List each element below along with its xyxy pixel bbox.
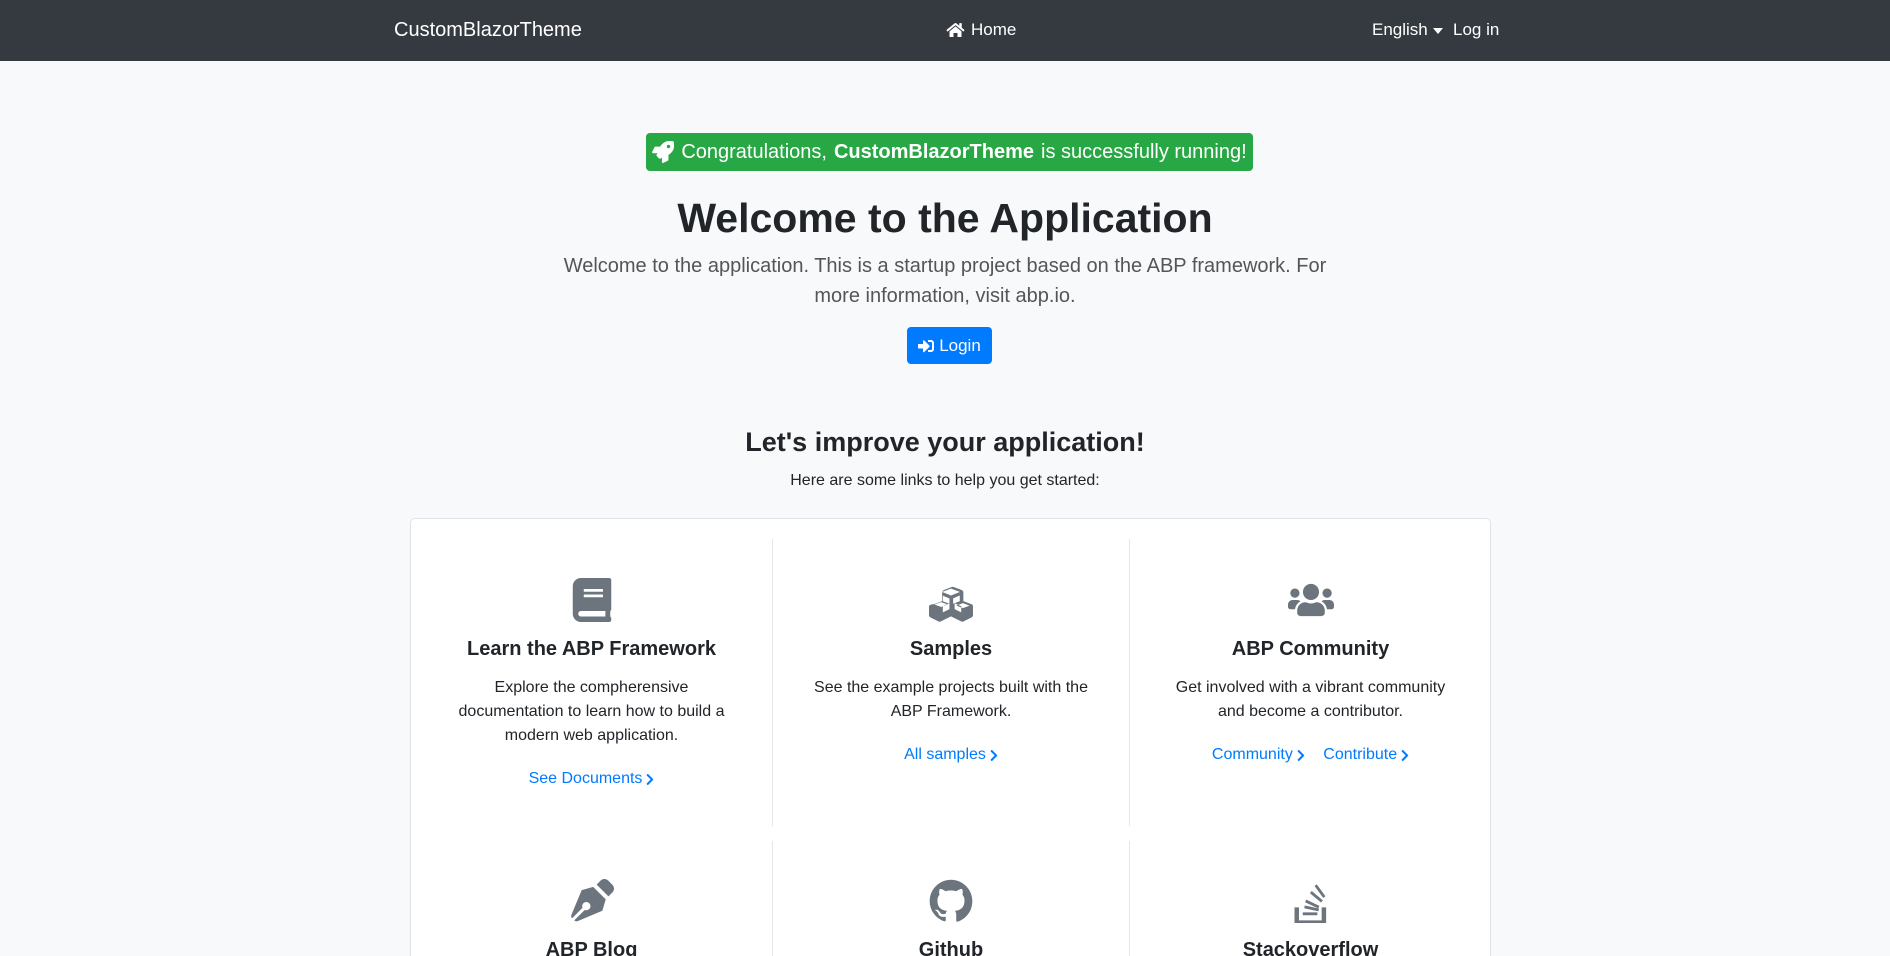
card-title: Samples	[909, 638, 993, 660]
congrats-prefix: Congratulations,	[681, 140, 827, 163]
language-dropdown[interactable]: English	[1372, 19, 1443, 41]
cubes-icon	[773, 578, 1129, 622]
card-learn-abp: Learn the ABP Framework Explore the comp…	[411, 578, 772, 790]
login-button-label: Login	[939, 335, 981, 355]
nav-home-label: Home	[971, 20, 1017, 39]
community-link[interactable]: Community	[1212, 744, 1305, 766]
chevron-right-icon	[647, 773, 654, 785]
card-description: Explore the compherensive documentation …	[458, 679, 725, 744]
chevron-right-icon	[1401, 749, 1409, 761]
card-title: ABP Blog	[545, 939, 638, 956]
card-title: ABP Community	[1231, 638, 1390, 660]
success-banner: Congratulations, CustomBlazorTheme is su…	[646, 133, 1253, 171]
link-label: All samples	[904, 746, 986, 763]
page-title: Welcome to the Application	[677, 195, 1213, 241]
congrats-app-name: CustomBlazorTheme	[833, 140, 1035, 163]
nav-home-link[interactable]: Home	[946, 19, 1016, 41]
stack-overflow-icon	[1130, 879, 1491, 925]
brand-link[interactable]: CustomBlazorTheme	[394, 18, 582, 42]
chevron-right-icon	[1297, 749, 1305, 761]
card-description: Get involved with a vibrant community an…	[1175, 679, 1446, 720]
link-label: See Documents	[528, 770, 643, 787]
links-card: Learn the ABP Framework Explore the comp…	[410, 518, 1491, 956]
users-icon	[1130, 578, 1491, 622]
github-icon	[773, 879, 1129, 923]
card-abp-blog: ABP Blog	[411, 879, 772, 956]
card-samples: Samples See the example projects built w…	[773, 578, 1129, 766]
link-label: Community	[1211, 746, 1293, 763]
book-icon	[411, 578, 772, 622]
nav-login-link[interactable]: Log in	[1453, 19, 1499, 41]
card-stackoverflow: Stackoverflow	[1130, 879, 1491, 956]
all-samples-link[interactable]: All samples	[904, 744, 998, 766]
sign-in-icon	[918, 339, 935, 352]
login-button[interactable]: Login	[907, 327, 992, 364]
pen-nib-icon	[411, 879, 772, 923]
improve-heading: Let's improve your application!	[745, 427, 1145, 457]
home-icon	[946, 23, 965, 37]
hero-lead: Welcome to the application. This is a st…	[563, 255, 1327, 307]
caret-down-icon	[1432, 28, 1443, 34]
contribute-link[interactable]: Contribute	[1323, 744, 1409, 766]
card-github: Github	[773, 879, 1129, 956]
card-title: Stackoverflow	[1242, 939, 1379, 956]
link-label: Contribute	[1323, 746, 1398, 763]
navbar: CustomBlazorTheme Home English Log in	[0, 0, 1890, 61]
chevron-right-icon	[990, 749, 998, 761]
card-description: See the example projects built with the …	[814, 679, 1088, 720]
congrats-suffix: is successfully running!	[1041, 140, 1247, 163]
card-title: Github	[918, 939, 984, 956]
see-documents-link[interactable]: See Documents	[529, 768, 655, 790]
language-label: English	[1372, 20, 1428, 39]
card-abp-community: ABP Community Get involved with a vibran…	[1130, 578, 1491, 766]
improve-subtitle: Here are some links to help you get star…	[790, 472, 1100, 489]
card-title: Learn the ABP Framework	[467, 638, 716, 660]
rocket-icon	[652, 141, 675, 163]
